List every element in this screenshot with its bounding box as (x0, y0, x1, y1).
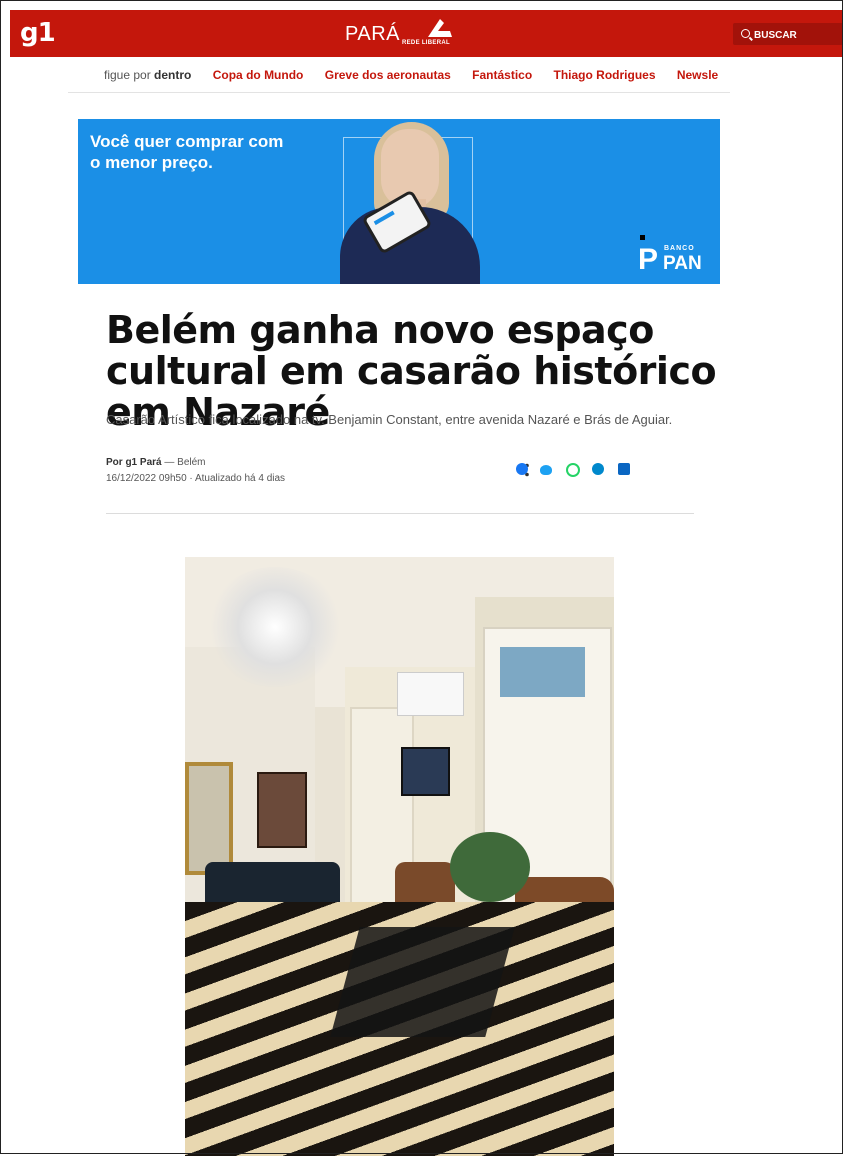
rede-liberal-text: REDE LIBERAL (402, 40, 450, 46)
coffee-table (330, 927, 515, 1037)
twitter-icon[interactable] (540, 465, 552, 475)
figue-por-dentro[interactable]: figue por dentro (104, 68, 191, 82)
air-conditioner (397, 672, 464, 716)
chandelier (205, 567, 345, 687)
facebook-icon[interactable] (516, 463, 528, 475)
search-label: BUSCAR (754, 30, 797, 41)
article-photo[interactable] (185, 557, 614, 1156)
share-bar (516, 463, 630, 481)
location: — Belém (164, 457, 206, 468)
nav-link-newsletter[interactable]: Newsle (677, 68, 718, 82)
telegram-icon[interactable] (592, 463, 604, 475)
rede-liberal-logo (428, 19, 452, 37)
painting (257, 772, 307, 848)
tv (401, 747, 450, 796)
timestamp: 16/12/2022 09h50 · Atualizado há 4 dias (106, 473, 286, 484)
author[interactable]: Por g1 Pará (106, 457, 162, 468)
search-button[interactable]: BUSCAR (733, 23, 843, 45)
g1-logo[interactable]: g1 (20, 18, 56, 48)
linkedin-icon[interactable] (618, 463, 630, 475)
top-bar: g1 PARÁ REDE LIBERAL BUSCAR (10, 10, 843, 57)
ad-headline: Você quer comprar com o menor preço. (90, 132, 284, 172)
nav-link-copa[interactable]: Copa do Mundo (213, 68, 304, 82)
divider (106, 513, 694, 514)
nav-link-thiago[interactable]: Thiago Rodrigues (554, 68, 656, 82)
top-nav: figue por dentro Copa do Mundo Greve dos… (68, 57, 730, 93)
nav-link-fantastico[interactable]: Fantástico (472, 68, 532, 82)
plant (450, 832, 530, 902)
article-subtitle: Casarão Artístico fica localizado na tv.… (106, 412, 673, 427)
search-icon (741, 29, 750, 38)
whatsapp-icon[interactable] (566, 463, 580, 477)
ad-banner[interactable]: Você quer comprar com o menor preço. P B… (78, 119, 720, 284)
mirror (185, 762, 233, 875)
nav-link-greve[interactable]: Greve dos aeronautas (325, 68, 451, 82)
byline: Por g1 Pará — Belém 16/12/2022 09h50 · A… (106, 455, 285, 487)
region-title[interactable]: PARÁ (345, 23, 400, 46)
